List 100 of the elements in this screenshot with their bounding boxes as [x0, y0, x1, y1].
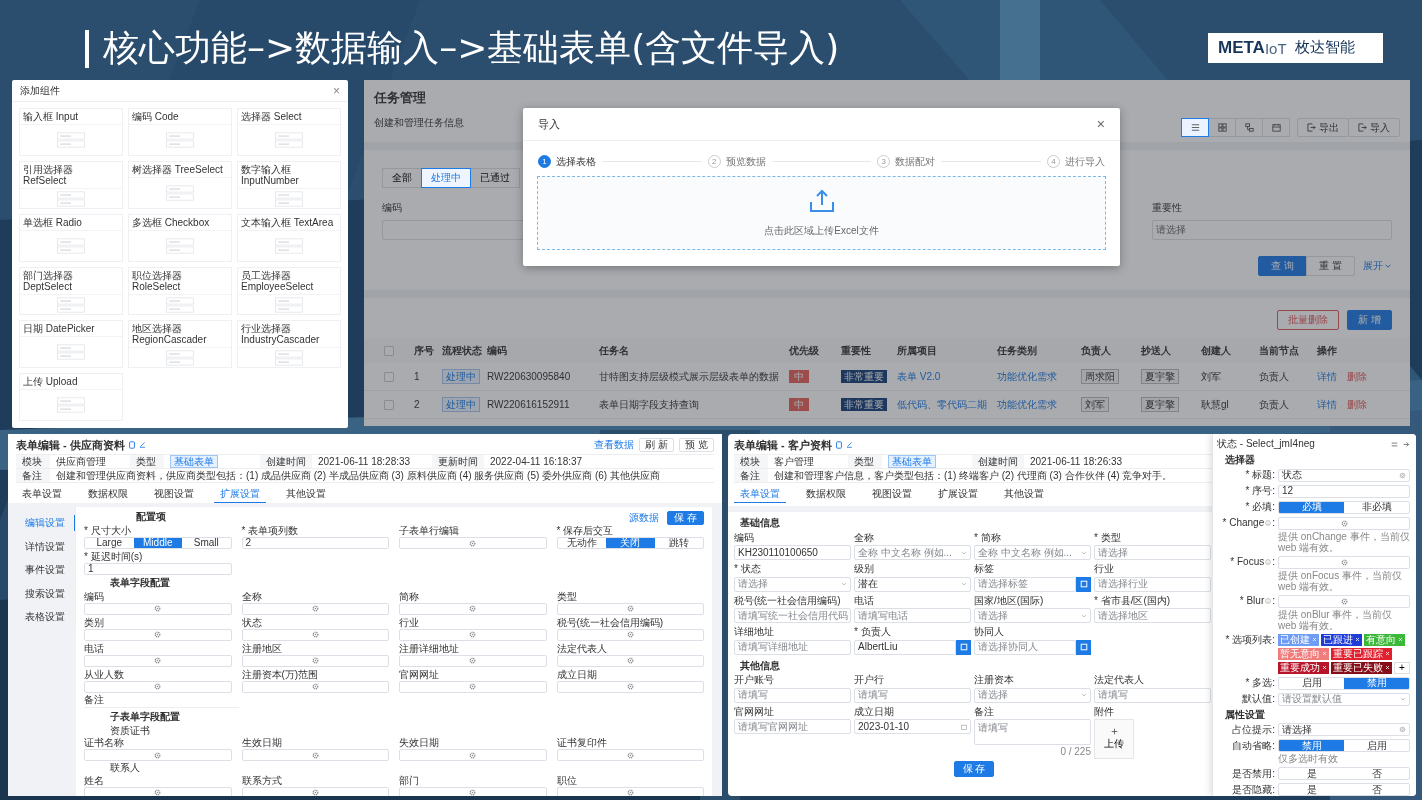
- form-tab[interactable]: 扩展设置: [932, 486, 984, 503]
- input-field[interactable]: 请填写详细地址: [734, 639, 851, 655]
- segmented-control[interactable]: 无动作 关闭 跳转: [556, 537, 704, 549]
- close-button[interactable]: ×: [333, 84, 340, 97]
- segment-option[interactable]: 非必填: [1344, 501, 1409, 513]
- reset-button[interactable]: 重 置: [1306, 255, 1355, 276]
- form-tab[interactable]: 数据权限: [800, 486, 852, 503]
- input-field[interactable]: 1: [84, 563, 232, 575]
- option-tag[interactable]: 重要成功: [1278, 661, 1329, 674]
- side-menu-item[interactable]: 表格设置: [16, 609, 75, 625]
- segment-option[interactable]: Large: [85, 538, 134, 548]
- select-field[interactable]: 请选择: [734, 576, 851, 592]
- component-card[interactable]: 引用选择器 RefSelect: [19, 161, 123, 209]
- add-option-button[interactable]: +: [1394, 661, 1410, 674]
- toolbar-button[interactable]: 刷 新: [639, 438, 675, 452]
- segment-option[interactable]: Middle: [133, 538, 182, 548]
- segment-option[interactable]: 跳转: [654, 538, 703, 548]
- component-card[interactable]: 员工选择器 EmployeeSelect: [237, 267, 341, 315]
- segment-option[interactable]: 否: [1344, 784, 1409, 795]
- input-field[interactable]: 请选择地区: [1094, 608, 1211, 623]
- save-button[interactable]: 保 存: [667, 510, 704, 525]
- component-card[interactable]: 输入框 Input: [19, 108, 123, 156]
- input-field[interactable]: [556, 749, 704, 761]
- close-button[interactable]: ×: [1096, 116, 1105, 132]
- segmented-control[interactable]: 是 否: [1278, 783, 1410, 796]
- side-menu-item[interactable]: 详情设置: [16, 538, 75, 554]
- segmented-control[interactable]: 禁用 启用: [1278, 739, 1410, 752]
- segment-option[interactable]: 禁用: [1279, 740, 1344, 751]
- select-field[interactable]: 请选择: [974, 687, 1091, 703]
- segmented-control[interactable]: 启用 禁用: [1278, 676, 1410, 690]
- segment-option[interactable]: 无动作: [557, 538, 606, 548]
- status-tab[interactable]: 处理中: [421, 168, 471, 188]
- source-data-link[interactable]: 源数据: [629, 511, 660, 524]
- input-field[interactable]: [84, 602, 232, 615]
- form-tab[interactable]: 表单设置: [16, 486, 68, 503]
- component-card[interactable]: 数字输入框 InputNumber: [237, 161, 341, 209]
- input-field[interactable]: [399, 786, 547, 796]
- row-checkbox[interactable]: [384, 371, 394, 382]
- segment-option[interactable]: 关闭: [606, 538, 655, 548]
- input-field[interactable]: 状态: [1278, 468, 1410, 482]
- input-field[interactable]: [241, 628, 389, 641]
- select-all-checkbox[interactable]: [384, 345, 394, 356]
- input-field[interactable]: 请填写电话: [854, 608, 971, 623]
- component-card[interactable]: 职位选择器 RoleSelect: [128, 267, 232, 315]
- segment-option[interactable]: 是: [1279, 768, 1344, 779]
- select-field[interactable]: 请选择: [974, 608, 1091, 623]
- toolbar-button[interactable]: 预 览: [679, 438, 714, 452]
- form-tab[interactable]: 扩展设置: [214, 486, 266, 503]
- form-tab[interactable]: 其他设置: [280, 486, 332, 503]
- segment-option[interactable]: 必填: [1279, 501, 1344, 513]
- form-tab[interactable]: 其他设置: [998, 486, 1050, 503]
- row-checkbox[interactable]: [384, 399, 394, 410]
- component-card[interactable]: 部门选择器 DeptSelect: [19, 267, 123, 315]
- form-tab[interactable]: 表单设置: [734, 486, 786, 503]
- side-menu-item[interactable]: 事件设置: [16, 562, 75, 578]
- input-field[interactable]: 请选择行业: [1094, 576, 1211, 592]
- segment-option[interactable]: Small: [182, 538, 231, 548]
- input-field[interactable]: [84, 749, 232, 761]
- input-field[interactable]: [399, 602, 547, 615]
- input-field[interactable]: [241, 602, 389, 615]
- picker-button[interactable]: [1076, 639, 1091, 655]
- component-card[interactable]: 地区选择器 RegionCascader: [128, 320, 232, 368]
- input-field[interactable]: [556, 628, 704, 641]
- component-card[interactable]: 单选框 Radio: [19, 214, 123, 262]
- input-field[interactable]: [556, 680, 704, 693]
- option-tag[interactable]: 重要已失败: [1331, 661, 1392, 674]
- select-field[interactable]: 请设置默认值: [1278, 692, 1410, 706]
- form-tab[interactable]: 视图设置: [866, 486, 918, 503]
- upload-button[interactable]: 上传: [1094, 719, 1134, 759]
- input-field[interactable]: [241, 749, 389, 761]
- input-field[interactable]: 请填写官网网址: [734, 719, 851, 734]
- component-card[interactable]: 文本输入框 TextArea: [237, 214, 341, 262]
- segmented-control[interactable]: Large Middle Small: [84, 537, 232, 549]
- input-field[interactable]: [399, 537, 547, 549]
- picker-button[interactable]: [1076, 576, 1091, 592]
- segment-option[interactable]: 否: [1344, 768, 1409, 779]
- side-menu-item[interactable]: 搜索设置: [16, 585, 75, 601]
- form-tab[interactable]: 数据权限: [82, 486, 134, 503]
- input-field[interactable]: [556, 602, 704, 615]
- select-field[interactable]: 全称 中文名称 例如...: [974, 545, 1091, 560]
- input-field[interactable]: 请选择: [1094, 545, 1211, 560]
- status-tab[interactable]: 全部: [382, 168, 422, 188]
- select-field[interactable]: 潜在: [854, 576, 971, 592]
- segment-option[interactable]: 启用: [1344, 740, 1409, 751]
- input-field[interactable]: 请选择: [1152, 219, 1392, 240]
- input-field[interactable]: [556, 786, 704, 796]
- input-field[interactable]: [84, 654, 232, 667]
- segment-option[interactable]: 禁用: [1344, 677, 1409, 689]
- input-field[interactable]: [241, 654, 389, 667]
- component-card[interactable]: 行业选择器 IndustryCascader: [237, 320, 341, 368]
- input-field[interactable]: 请填写统一社会信用代码: [734, 608, 851, 623]
- input-field[interactable]: [241, 786, 389, 796]
- input-field[interactable]: [399, 680, 547, 693]
- view-button[interactable]: [1181, 118, 1209, 137]
- option-tag[interactable]: 重要已跟踪: [1331, 647, 1392, 660]
- select-field[interactable]: AlbertLiu: [854, 639, 956, 655]
- upload-area[interactable]: 点击此区域上传Excel文件: [537, 176, 1106, 250]
- input-field[interactable]: [1278, 555, 1410, 569]
- input-field[interactable]: [1278, 594, 1410, 608]
- input-field[interactable]: 请选择: [1278, 723, 1410, 736]
